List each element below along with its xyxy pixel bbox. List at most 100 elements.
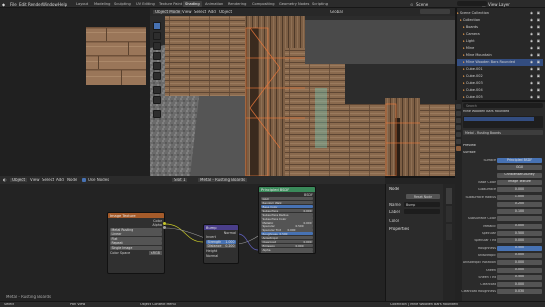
bsdf-input-row[interactable]: Anisotropic 0.000 [261, 235, 313, 244]
tab-shading[interactable]: Shading [183, 1, 202, 7]
visibility-eye-icon[interactable]: ◉ [530, 32, 533, 36]
bsdf-input-row[interactable]: Subsurface 0.000 [261, 208, 313, 213]
tab-animation[interactable]: Animation [203, 1, 225, 7]
visibility-eye-icon[interactable]: ◉ [530, 46, 533, 50]
move-tool-button[interactable] [153, 42, 161, 50]
property-value-field[interactable]: Image Texture [497, 179, 542, 185]
node-editor-type-icon[interactable]: ◐ [3, 178, 7, 182]
modifier-properties-tab[interactable] [456, 139, 461, 144]
property-value-field[interactable]: 0.000 [497, 252, 542, 258]
menu-help[interactable]: Help [58, 2, 67, 7]
bump-distance-field[interactable]: Distance 0.200 [206, 244, 236, 248]
tab-scripting[interactable]: Scripting [310, 1, 330, 7]
blender-logo-icon[interactable]: ◆ [2, 2, 5, 7]
property-value-field[interactable]: 0.500 [497, 231, 542, 236]
property-value-field[interactable]: 0.000 [497, 282, 542, 288]
tab-modeling[interactable]: Modeling [92, 1, 112, 7]
slot-selector[interactable]: Slot 1 [172, 178, 188, 182]
principled-bsdf-node[interactable]: Principled BSDF BSDF GGX Random Walk Base C… [258, 186, 316, 254]
render-camera-icon[interactable]: ▣ [537, 46, 540, 50]
outliner-item[interactable]: ▸ Scene Collection ◉ ▣ [457, 10, 543, 17]
image-texture-node[interactable]: Image Texture Color Alpha Metal Rusting … [107, 212, 165, 274]
visibility-eye-icon[interactable]: ◉ [530, 53, 533, 57]
use-nodes-checkbox[interactable] [82, 178, 86, 182]
node-label-field[interactable] [404, 209, 440, 214]
measure-tool-button[interactable] [153, 96, 161, 104]
bsdf-input-row[interactable]: Roughness 0.500 [261, 232, 313, 236]
render-camera-icon[interactable]: ▣ [537, 53, 540, 57]
tab-layout[interactable]: Layout [74, 1, 90, 7]
property-value-field[interactable]: 0.000 [497, 223, 542, 229]
transform-orientation[interactable]: Global [330, 10, 343, 14]
render-camera-icon[interactable]: ▣ [537, 67, 540, 71]
viewport-menu-object[interactable]: Object [219, 10, 232, 14]
property-value-field[interactable]: 0.000 [497, 238, 542, 244]
menu-render[interactable]: Render [28, 2, 42, 7]
property-value-field[interactable]: 0.500 [497, 245, 542, 251]
node-menu-node[interactable]: Node [67, 178, 77, 182]
render-camera-icon[interactable]: ▣ [537, 25, 540, 29]
outliner-filter-field[interactable] [457, 1, 487, 6]
scale-tool-button[interactable] [153, 62, 161, 70]
outliner-item[interactable]: ▸ Cube.002 ◉ ▣ [457, 73, 543, 80]
sidebar-tab-view[interactable] [446, 224, 452, 240]
visibility-eye-icon[interactable]: ◉ [530, 25, 533, 29]
scene-properties-tab[interactable] [456, 125, 461, 130]
material-properties-tab[interactable] [456, 146, 461, 151]
surface-section-header[interactable]: Surface [463, 151, 476, 154]
property-value-field[interactable]: GGX [497, 165, 542, 171]
projection-dropdown[interactable]: Flat [110, 236, 162, 241]
outliner-item[interactable]: ▸ Mine Wooden Bars Rounded ◉ ▣ [457, 59, 543, 66]
property-value-field[interactable]: 0.100 [497, 209, 542, 215]
visibility-eye-icon[interactable]: ◉ [530, 95, 533, 99]
visibility-eye-icon[interactable]: ◉ [530, 67, 533, 71]
property-value-field[interactable]: 0.000 [497, 260, 542, 266]
viewport-menu-view[interactable]: View [182, 10, 192, 14]
extension-dropdown[interactable]: Repeat [110, 241, 162, 245]
sidebar-tab-tool[interactable] [446, 206, 452, 222]
render-properties-tab[interactable] [456, 111, 461, 116]
node-menu-add[interactable]: Add [56, 178, 64, 182]
menu-edit[interactable]: Edit [19, 2, 27, 7]
outliner-item[interactable]: ▸ Boards ◉ ▣ [457, 24, 543, 31]
material-slots-list[interactable] [463, 116, 543, 128]
alpha-output-socket[interactable] [163, 226, 166, 229]
bsdf-input-row[interactable]: Alpha 1.000 [261, 247, 313, 253]
node-name-field[interactable]: Bump [404, 202, 440, 207]
render-camera-icon[interactable]: ▣ [537, 60, 540, 64]
property-value-field[interactable]: 0.500 [497, 274, 542, 280]
node-properties-section[interactable]: Properties [389, 227, 409, 231]
visibility-eye-icon[interactable]: ◉ [530, 39, 533, 43]
render-camera-icon[interactable]: ▣ [537, 39, 540, 43]
node-color-section[interactable]: Color [389, 219, 399, 223]
tab-rendering[interactable]: Rendering [226, 1, 248, 7]
tab-texture-paint[interactable]: Texture Paint [157, 1, 184, 7]
visibility-eye-icon[interactable]: ◉ [530, 81, 533, 85]
shading-modes[interactable] [420, 9, 450, 14]
node-menu-select[interactable]: Select [42, 178, 54, 182]
render-camera-icon[interactable]: ▣ [537, 11, 540, 15]
visibility-eye-icon[interactable]: ◉ [530, 74, 533, 78]
property-value-field[interactable]: 0.200 [497, 201, 542, 207]
rotate-tool-button[interactable] [153, 52, 161, 60]
bsdf-input-row[interactable]: Subsurface Radius [261, 212, 313, 217]
visibility-eye-icon[interactable]: ◉ [530, 60, 533, 64]
outliner-item[interactable]: ▸ Cube.004 ◉ ▣ [457, 87, 543, 94]
bump-strength-field[interactable]: Strength 1.000 [206, 239, 236, 244]
select-tool-button[interactable] [153, 22, 161, 30]
render-camera-icon[interactable]: ▣ [537, 81, 540, 85]
bsdf-input-row[interactable]: Metallic 0.000 [261, 220, 313, 225]
property-value-field[interactable] [497, 216, 542, 222]
output-properties-tab[interactable] [456, 118, 461, 123]
bsdf-input-row[interactable]: Specular 0.500 [261, 224, 313, 228]
property-value-field[interactable]: 1.000 [497, 194, 542, 200]
node-sidebar-tabs[interactable] [443, 184, 455, 307]
bsdf-input-row[interactable]: Emission [261, 243, 313, 248]
preview-section-header[interactable]: Preview [463, 144, 476, 147]
outliner-item[interactable]: ▸ Cube.001 ◉ ▣ [457, 66, 543, 73]
render-camera-icon[interactable]: ▣ [537, 18, 540, 22]
sidebar-tab-node[interactable] [446, 188, 452, 204]
visibility-eye-icon[interactable]: ◉ [530, 88, 533, 92]
annotate-tool-button[interactable] [153, 86, 161, 94]
material-selector[interactable]: Metal - Rusting Boards [198, 178, 248, 182]
